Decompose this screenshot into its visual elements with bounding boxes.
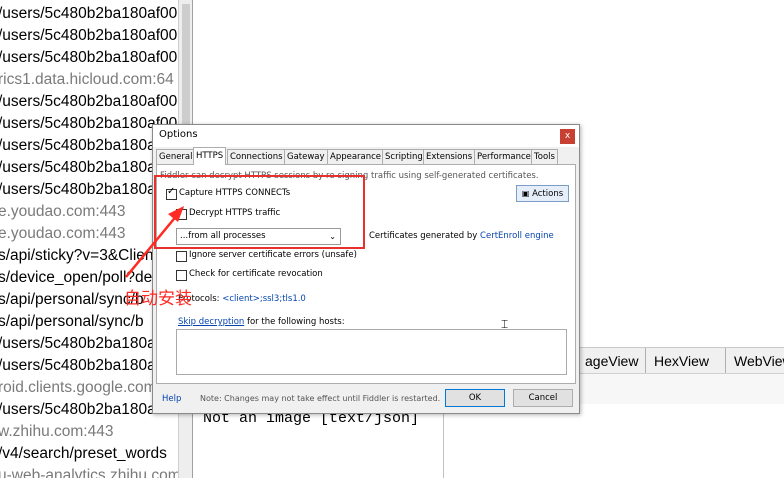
tab-appearance[interactable]: Appearance bbox=[327, 149, 385, 164]
session-row[interactable]: /users/5c480b2ba180af00 bbox=[0, 92, 177, 114]
check-revocation-label: Check for certificate revocation bbox=[189, 269, 323, 279]
session-row[interactable]: /users/5c480b2ba180af00 bbox=[0, 4, 177, 26]
cert-generator-text: Certificates generated by CertEnroll eng… bbox=[369, 231, 554, 241]
tab-imageview[interactable]: ageView bbox=[576, 348, 646, 374]
ok-button[interactable]: OK bbox=[445, 389, 505, 407]
actions-label: Actions bbox=[532, 189, 564, 199]
tab-extensions[interactable]: Extensions bbox=[423, 149, 476, 164]
tab-gateway[interactable]: Gateway bbox=[284, 149, 328, 164]
session-row[interactable]: /v4/search/preset_words bbox=[0, 444, 167, 466]
annotation-label: 自动安装 bbox=[124, 289, 192, 309]
cert-engine-link[interactable]: CertEnroll engine bbox=[480, 231, 554, 241]
session-row[interactable]: /users/5c480b2ba180af00 bbox=[0, 158, 177, 180]
footer-note: Note: Changes may not take effect until … bbox=[200, 394, 441, 403]
cert-prefix: Certificates generated by bbox=[369, 231, 478, 241]
session-row[interactable]: s/api/sticky?v=3&Client bbox=[0, 246, 158, 268]
session-row[interactable]: /users/5c480b2ba180af00 bbox=[0, 136, 177, 158]
session-row[interactable]: w.zhihu.com:443 bbox=[0, 422, 113, 444]
tab-performance[interactable]: Performance bbox=[474, 149, 534, 164]
session-row[interactable]: rics1.data.hicloud.com:64 bbox=[0, 70, 174, 92]
certificate-icon: ▣ bbox=[521, 189, 530, 198]
mouse-cursor-icon: ⌶ bbox=[501, 317, 509, 331]
session-row[interactable]: /users/5c480b2ba180af00 bbox=[0, 356, 177, 378]
session-row[interactable]: /users/5c480b2ba180af00 bbox=[0, 400, 177, 422]
pane-divider[interactable] bbox=[443, 403, 444, 478]
ignore-cert-errors-checkbox[interactable] bbox=[176, 251, 187, 262]
session-row[interactable]: /users/5c480b2ba180af00 bbox=[0, 114, 177, 136]
highlight-box bbox=[154, 175, 365, 249]
tab-https[interactable]: HTTPS bbox=[193, 147, 227, 165]
session-row[interactable]: /users/5c480b2ba180af00 bbox=[0, 26, 177, 48]
actions-button[interactable]: ▣ Actions bbox=[516, 185, 569, 202]
help-link[interactable]: Help bbox=[162, 394, 181, 404]
session-row[interactable]: roid.clients.google.com bbox=[0, 378, 157, 400]
session-row[interactable]: s/api/personal/sync/b bbox=[0, 290, 144, 312]
skip-decryption-link[interactable]: Skip decryption bbox=[178, 317, 244, 327]
session-row[interactable]: e.youdao.com:443 bbox=[0, 202, 126, 224]
tab-tools[interactable]: Tools bbox=[531, 149, 558, 164]
session-row[interactable]: e.youdao.com:443 bbox=[0, 224, 126, 246]
protocols-link[interactable]: <client>;ssl3;tls1.0 bbox=[222, 294, 306, 304]
session-row[interactable]: u-web-analytics.zhihu.com bbox=[0, 466, 178, 478]
close-button[interactable]: x bbox=[560, 129, 575, 144]
tab-webview[interactable]: WebView bbox=[725, 348, 784, 374]
protocols-row: Protocols: <client>;ssl3;tls1.0 bbox=[178, 294, 306, 304]
tab-connections[interactable]: Connections bbox=[227, 149, 286, 164]
skip-decryption-row: Skip decryption for the following hosts: bbox=[178, 317, 345, 327]
skip-decryption-text: for the following hosts: bbox=[246, 317, 345, 327]
ignore-cert-errors-label: Ignore server certificate errors (unsafe… bbox=[189, 250, 357, 260]
skip-hosts-textarea[interactable] bbox=[176, 329, 567, 375]
tab-hexview[interactable]: HexView bbox=[645, 348, 717, 374]
check-revocation-checkbox[interactable] bbox=[176, 270, 187, 281]
tab-scripting[interactable]: Scripting bbox=[382, 149, 426, 164]
tab-general[interactable]: General bbox=[156, 149, 196, 164]
scrollbar-thumb[interactable] bbox=[182, 4, 190, 129]
dialog-titlebar[interactable]: Options x bbox=[153, 125, 579, 147]
dialog-title: Options bbox=[159, 129, 198, 140]
options-dialog: Options x General HTTPS Connections Gate… bbox=[152, 124, 580, 414]
session-row[interactable]: /users/5c480b2ba180af00 bbox=[0, 334, 177, 356]
cancel-button[interactable]: Cancel bbox=[513, 389, 573, 407]
session-row[interactable]: /users/5c480b2ba180af00 bbox=[0, 48, 177, 70]
session-row[interactable]: s/api/personal/sync/b bbox=[0, 312, 144, 334]
session-row[interactable]: /users/5c480b2ba180af00 bbox=[0, 180, 177, 202]
close-icon: x bbox=[564, 131, 571, 141]
